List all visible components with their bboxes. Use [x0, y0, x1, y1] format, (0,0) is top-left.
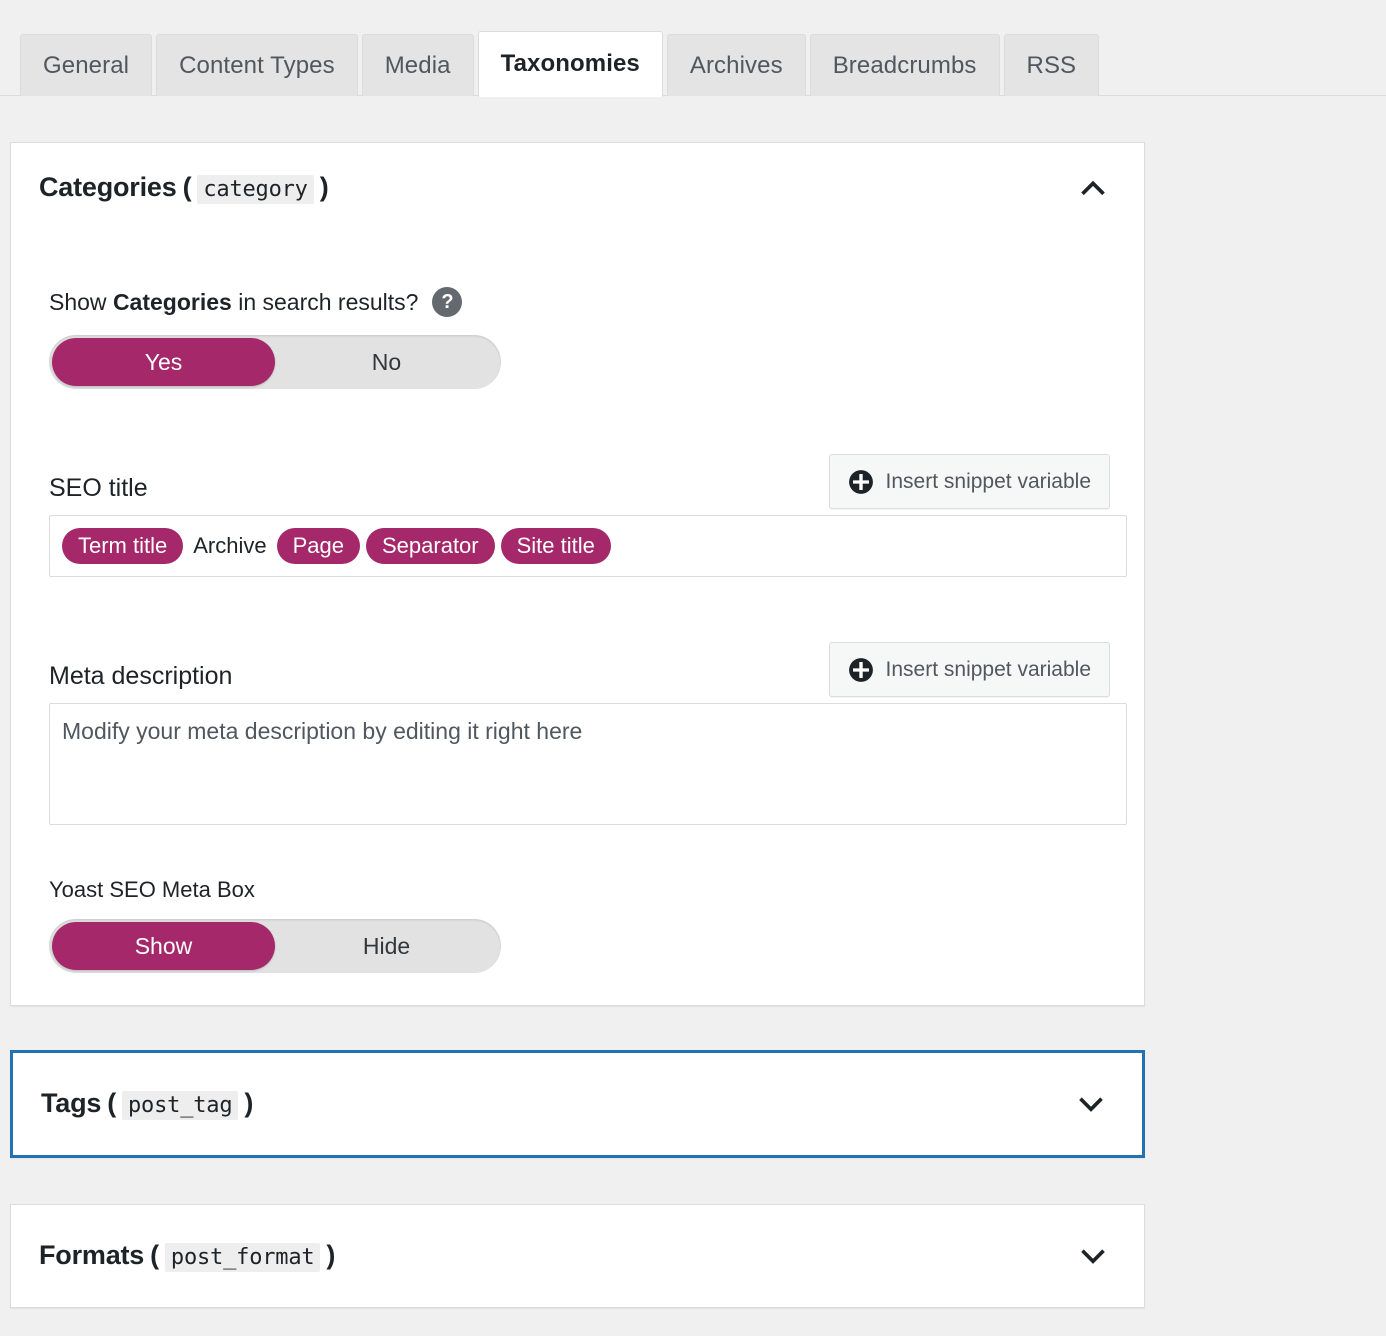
- categories-panel-header[interactable]: Categories ( category ): [11, 143, 1144, 227]
- seo-title-header: SEO title Insert snippet variable: [49, 453, 1110, 509]
- categories-slug: category: [197, 175, 313, 204]
- seo-title-insert-button-label: Insert snippet variable: [886, 470, 1091, 494]
- help-circle-icon[interactable]: ?: [432, 287, 462, 317]
- categories-panel-body: Show Categories in search results? ? Yes…: [11, 287, 1144, 973]
- meta-description-input[interactable]: Modify your meta description by editing …: [49, 703, 1127, 825]
- seo-title-input[interactable]: Term title Archive Page Separator Site t…: [49, 515, 1127, 577]
- show-in-search-results-label: Show Categories in search results?: [49, 289, 418, 316]
- open-paren: (: [150, 1240, 159, 1271]
- show-in-search-results-field: Show Categories in search results? ?: [49, 287, 1110, 317]
- open-paren: (: [183, 172, 192, 203]
- snippet-token-page[interactable]: Page: [277, 528, 360, 564]
- tab-taxonomies[interactable]: Taxonomies: [478, 31, 663, 97]
- tab-rss[interactable]: RSS: [1004, 34, 1100, 96]
- categories-title-text: Categories: [39, 172, 177, 203]
- formats-panel-title: Formats ( post_format ): [39, 1240, 335, 1272]
- yoast-metabox-toggle[interactable]: Show Hide: [49, 919, 501, 973]
- tab-general[interactable]: General: [20, 34, 152, 96]
- show-in-search-results-option-no[interactable]: No: [275, 338, 498, 386]
- close-paren: ): [326, 1240, 335, 1271]
- tags-title-text: Tags: [41, 1088, 101, 1119]
- tags-panel-title: Tags ( post_tag ): [41, 1088, 253, 1120]
- formats-panel[interactable]: Formats ( post_format ): [10, 1204, 1145, 1308]
- tab-archives[interactable]: Archives: [667, 34, 806, 96]
- settings-tab-bar: General Content Types Media Taxonomies A…: [0, 0, 1386, 96]
- yoast-metabox-option-show[interactable]: Show: [52, 922, 275, 970]
- snippet-token-site-title[interactable]: Site title: [501, 528, 611, 564]
- yoast-metabox-option-hide[interactable]: Hide: [275, 922, 498, 970]
- close-paren: ): [320, 172, 329, 203]
- tab-content-types[interactable]: Content Types: [156, 34, 358, 96]
- show-in-search-results-option-yes[interactable]: Yes: [52, 338, 275, 386]
- chevron-down-icon[interactable]: [1074, 1087, 1108, 1121]
- snippet-text-archive: Archive: [189, 533, 270, 559]
- tags-panel-header[interactable]: Tags ( post_tag ): [13, 1053, 1142, 1155]
- categories-panel-title: Categories ( category ): [39, 172, 329, 204]
- meta-description-field: Meta description Insert snippet variable…: [49, 641, 1110, 825]
- seo-title-field: SEO title Insert snippet variable Term t…: [49, 453, 1110, 577]
- tab-media[interactable]: Media: [362, 34, 474, 96]
- formats-slug: post_format: [165, 1243, 321, 1272]
- show-in-search-results-toggle[interactable]: Yes No: [49, 335, 501, 389]
- yoast-metabox-field: Yoast SEO Meta Box Show Hide: [49, 877, 1110, 973]
- plus-circle-icon: [848, 657, 874, 683]
- seo-title-insert-snippet-variable-button[interactable]: Insert snippet variable: [829, 454, 1110, 509]
- meta-description-label: Meta description: [49, 662, 232, 697]
- open-paren: (: [107, 1088, 116, 1119]
- meta-description-header: Meta description Insert snippet variable: [49, 641, 1110, 697]
- tags-slug: post_tag: [122, 1091, 238, 1120]
- yoast-metabox-label: Yoast SEO Meta Box: [49, 877, 1110, 903]
- snippet-token-separator[interactable]: Separator: [366, 528, 495, 564]
- plus-circle-icon: [848, 469, 874, 495]
- close-paren: ): [244, 1088, 253, 1119]
- chevron-up-icon[interactable]: [1076, 171, 1110, 205]
- tab-breadcrumbs[interactable]: Breadcrumbs: [810, 34, 1000, 96]
- tags-panel[interactable]: Tags ( post_tag ): [10, 1050, 1145, 1158]
- settings-content: Categories ( category ) Show Categories …: [0, 142, 1386, 1308]
- meta-description-insert-snippet-variable-button[interactable]: Insert snippet variable: [829, 642, 1110, 697]
- meta-description-insert-button-label: Insert snippet variable: [886, 658, 1091, 682]
- formats-title-text: Formats: [39, 1240, 144, 1271]
- snippet-token-term-title[interactable]: Term title: [62, 528, 183, 564]
- formats-panel-header[interactable]: Formats ( post_format ): [11, 1205, 1144, 1307]
- chevron-down-icon[interactable]: [1076, 1239, 1110, 1273]
- categories-panel: Categories ( category ) Show Categories …: [10, 142, 1145, 1006]
- seo-title-label: SEO title: [49, 474, 148, 509]
